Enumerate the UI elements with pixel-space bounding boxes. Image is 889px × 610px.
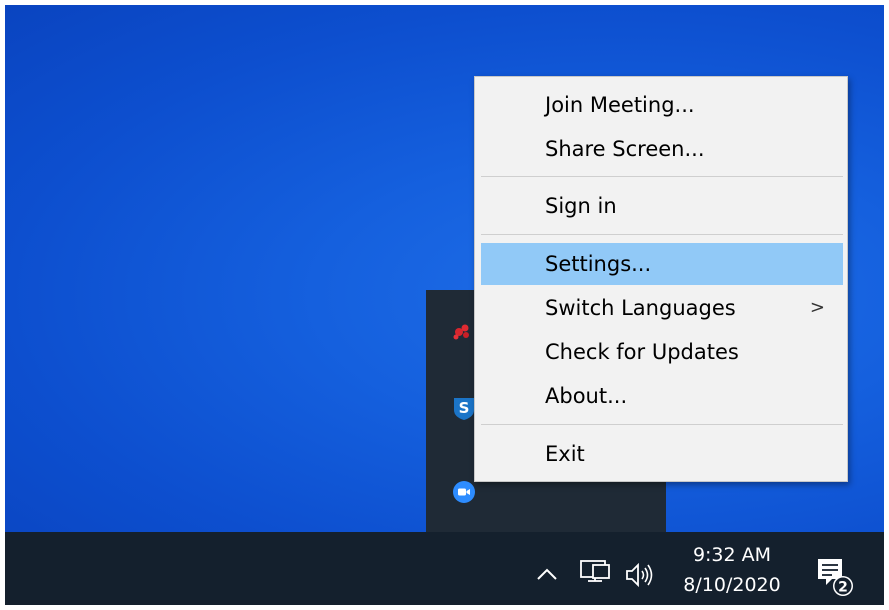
menu-item-switch-languages[interactable]: Switch Languages > xyxy=(481,287,843,329)
menu-item-label: Switch Languages xyxy=(545,296,736,320)
clock-time: 9:32 AM xyxy=(692,544,772,566)
context-menu: Join Meeting... Share Screen... Sign in … xyxy=(474,76,848,482)
menu-item-share-screen[interactable]: Share Screen... xyxy=(481,128,843,170)
svg-text:S: S xyxy=(459,399,470,417)
menu-item-about[interactable]: About... xyxy=(481,375,843,417)
notification-count: 2 xyxy=(838,580,848,596)
notification-icon[interactable]: 2 xyxy=(812,553,858,599)
menu-item-check-for-updates[interactable]: Check for Updates xyxy=(481,331,843,373)
menu-separator xyxy=(481,234,843,235)
menu-separator xyxy=(481,424,843,425)
zoom-camera-icon[interactable] xyxy=(452,480,476,504)
taskbar-clock[interactable]: 9:32 AM 8/10/2020 xyxy=(672,540,792,600)
network-icon[interactable] xyxy=(578,557,612,591)
volume-icon[interactable] xyxy=(624,560,660,590)
shield-s-icon[interactable]: S xyxy=(452,396,476,420)
clock-date: 8/10/2020 xyxy=(683,574,781,596)
chevron-up-icon[interactable] xyxy=(533,560,561,588)
menu-item-settings[interactable]: Settings... xyxy=(481,243,843,285)
menu-item-join-meeting[interactable]: Join Meeting... xyxy=(481,84,843,126)
red-app-icon[interactable] xyxy=(450,320,474,344)
menu-item-sign-in[interactable]: Sign in xyxy=(481,185,843,227)
menu-item-exit[interactable]: Exit xyxy=(481,433,843,475)
submenu-arrow-icon: > xyxy=(809,297,825,318)
menu-separator xyxy=(481,176,843,177)
